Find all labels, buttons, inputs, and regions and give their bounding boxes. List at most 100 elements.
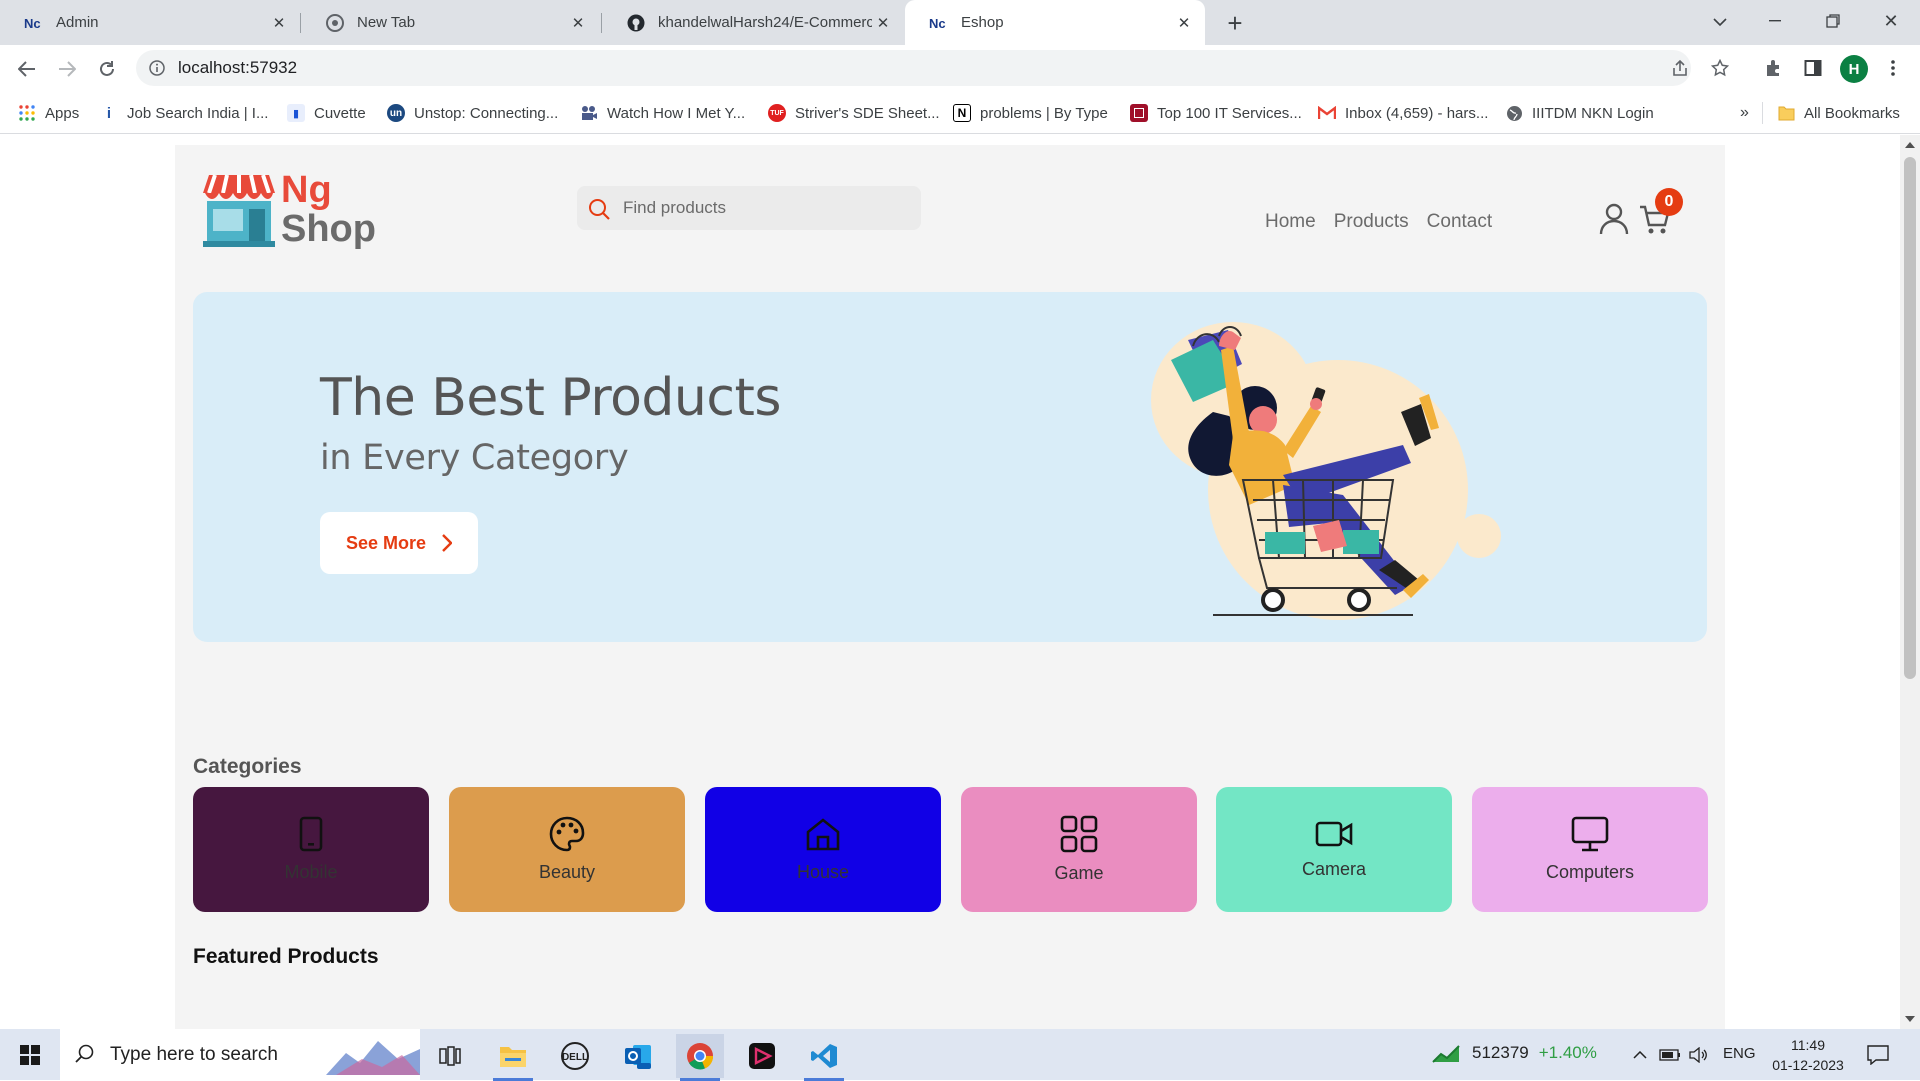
apps-grid-icon (18, 104, 36, 122)
minimize-icon[interactable] (1760, 8, 1790, 34)
windows-start-icon[interactable] (0, 1029, 60, 1080)
category-game[interactable]: Game (961, 787, 1197, 912)
chrome-taskbar-icon[interactable] (676, 1034, 724, 1081)
tuf-icon: TUF (768, 104, 786, 122)
tab-search-icon[interactable] (1705, 10, 1735, 34)
nav-products-link[interactable]: Products (1334, 211, 1409, 233)
profile-avatar[interactable]: H (1840, 55, 1868, 83)
close-tab-icon[interactable]: ✕ (872, 12, 894, 34)
volume-icon[interactable] (1688, 1045, 1710, 1065)
bookmark-unstop[interactable]: un Unstop: Connecting... (387, 102, 558, 124)
clock[interactable]: 11:49 01-12-2023 (1768, 1035, 1848, 1075)
site-info-icon[interactable] (148, 59, 166, 77)
product-search-box[interactable]: Find products (577, 186, 921, 230)
chevron-up-icon[interactable] (1630, 1045, 1650, 1065)
outlook-icon[interactable] (614, 1034, 662, 1078)
bookmark-cuvette[interactable]: ▮ Cuvette (287, 102, 366, 124)
page-scrollbar[interactable] (1900, 135, 1920, 1029)
cuvette-icon: ▮ (287, 104, 305, 122)
tab-new-tab[interactable]: New Tab ✕ (301, 0, 599, 45)
menu-kebab-icon[interactable] (1880, 55, 1906, 81)
taskbar-search-box[interactable]: Type here to search (60, 1029, 420, 1080)
close-tab-icon[interactable]: ✕ (268, 12, 290, 34)
category-computers[interactable]: Computers (1472, 787, 1708, 912)
media-app-icon[interactable] (738, 1034, 786, 1078)
shop-logo[interactable]: Ng Shop (203, 171, 383, 251)
nav-home-link[interactable]: Home (1265, 211, 1316, 233)
bookmark-job-search[interactable]: i Job Search India | I... (100, 102, 269, 124)
hero-title: The Best Products (320, 368, 781, 428)
globe-icon (1505, 104, 1523, 122)
bookmark-problems[interactable]: N problems | By Type (953, 102, 1108, 124)
share-icon[interactable] (1670, 58, 1690, 78)
search-highlight-image (326, 1041, 420, 1075)
unstop-icon: un (387, 104, 405, 122)
ng-logo-icon: Nc (929, 13, 949, 33)
url-text[interactable]: localhost:57932 (178, 58, 297, 78)
category-camera[interactable]: Camera (1216, 787, 1452, 912)
side-panel-icon[interactable] (1800, 55, 1826, 81)
bookmark-label: Unstop: Connecting... (414, 104, 559, 122)
battery-icon[interactable] (1658, 1045, 1682, 1065)
close-window-icon[interactable]: ✕ (1876, 8, 1906, 34)
shopping-cart-illustration (1151, 322, 1501, 620)
file-explorer-icon[interactable] (489, 1034, 537, 1081)
bookmark-striver[interactable]: TUF Striver's SDE Sheet... (768, 102, 940, 124)
search-input[interactable]: Find products (623, 198, 726, 218)
video-camera-icon (1315, 821, 1353, 847)
vscode-icon[interactable] (800, 1034, 848, 1081)
tab-eshop[interactable]: Nc Eshop ✕ (905, 0, 1205, 45)
stock-widget[interactable]: 512379 +1.40% (1432, 1043, 1597, 1063)
new-tab-icon[interactable]: + (1220, 8, 1250, 38)
address-bar[interactable]: localhost:57932 (136, 50, 1729, 86)
category-mobile[interactable]: Mobile (193, 787, 429, 912)
see-more-button[interactable]: See More (320, 512, 478, 574)
forward-icon[interactable] (52, 54, 82, 84)
tab-title: New Tab (357, 14, 416, 31)
tab-admin[interactable]: Nc Admin ✕ (0, 0, 300, 45)
dell-icon[interactable]: DELL (551, 1034, 599, 1078)
github-icon (626, 13, 646, 33)
nav-contact-link[interactable]: Contact (1427, 211, 1492, 233)
category-beauty[interactable]: Beauty (449, 787, 685, 912)
cart-count-badge: 0 (1655, 188, 1683, 216)
close-tab-icon[interactable]: ✕ (1173, 12, 1195, 34)
bookmark-watch[interactable]: Watch How I Met Y... (580, 102, 745, 124)
bookmark-label: Watch How I Met Y... (607, 104, 746, 122)
close-tab-icon[interactable]: ✕ (567, 12, 589, 34)
category-house[interactable]: House (705, 787, 941, 912)
user-icon[interactable] (1596, 201, 1632, 237)
house-icon (806, 818, 840, 851)
taskbar-search-input[interactable]: Type here to search (110, 1044, 278, 1066)
hero-subtitle: in Every Category (320, 438, 629, 478)
scroll-up-icon[interactable] (1904, 139, 1916, 151)
bookmark-label: Apps (45, 104, 80, 122)
restore-icon[interactable] (1818, 8, 1848, 34)
bookmark-star-icon[interactable] (1710, 58, 1730, 78)
task-view-icon[interactable] (426, 1034, 474, 1078)
bookmark-gmail[interactable]: Inbox (4,659) - hars... (1318, 102, 1488, 124)
bookmark-label: IIITDM NKN Login (1532, 104, 1654, 122)
bookmark-apps[interactable]: Apps (18, 102, 79, 124)
bookmarks-overflow-button[interactable]: » (1740, 102, 1749, 124)
category-label: Camera (1301, 859, 1367, 879)
reload-icon[interactable] (92, 54, 122, 84)
bookmark-top100[interactable]: Top 100 IT Services... (1130, 102, 1302, 124)
extensions-icon[interactable] (1760, 55, 1786, 81)
scrollbar-thumb[interactable] (1904, 157, 1916, 679)
notifications-icon[interactable] (1866, 1043, 1890, 1067)
tab-title: Admin (56, 14, 99, 31)
bookmark-label: problems | By Type (980, 104, 1108, 122)
tab-github[interactable]: khandelwalHarsh24/E-Commerc ✕ (602, 0, 904, 45)
back-icon[interactable] (12, 54, 42, 84)
clock-date: 01-12-2023 (1772, 1057, 1844, 1073)
see-more-label: See More (345, 532, 427, 553)
bookmark-iiitdm[interactable]: IIITDM NKN Login (1505, 102, 1654, 124)
all-bookmarks-button[interactable]: All Bookmarks (1777, 102, 1900, 124)
scroll-down-icon[interactable] (1904, 1013, 1916, 1025)
language-indicator[interactable]: ENG (1723, 1045, 1756, 1062)
tab-title: khandelwalHarsh24/E-Commerc (658, 14, 872, 31)
grid-icon (1060, 815, 1098, 853)
notion-icon: N (953, 104, 971, 122)
categories-heading: Categories (193, 755, 302, 778)
